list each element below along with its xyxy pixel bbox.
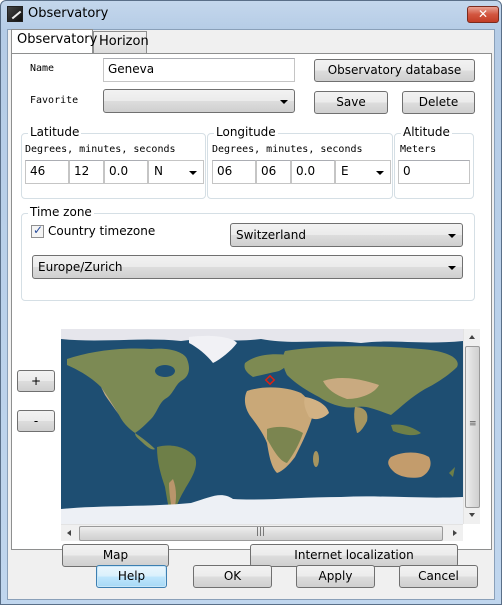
- timezone-group: Time zone ✓ Country timezone Switzerland…: [21, 205, 475, 301]
- latitude-group: Latitude Degrees, minutes, seconds 46 12…: [21, 125, 206, 199]
- chevron-down-icon: [448, 234, 456, 238]
- timezone-select[interactable]: Europe/Zurich: [32, 255, 463, 279]
- internet-localization-button[interactable]: Internet localization: [250, 544, 458, 567]
- hudson-bay: [155, 365, 175, 377]
- latitude-minutes-input[interactable]: 12: [69, 160, 104, 184]
- map-button[interactable]: Map: [62, 544, 169, 567]
- chevron-down-icon: [280, 100, 288, 104]
- save-button[interactable]: Save: [314, 91, 388, 114]
- scroll-down-icon[interactable]: [469, 513, 475, 517]
- world-map-image: [61, 329, 463, 524]
- timezone-value: Europe/Zurich: [38, 260, 123, 274]
- vertical-scroll-thumb[interactable]: ≡: [465, 346, 480, 508]
- altitude-input[interactable]: 0: [398, 160, 470, 184]
- latitude-hint: Degrees, minutes, seconds: [25, 144, 176, 155]
- window-title: Observatory: [28, 6, 109, 21]
- latitude-degrees-input[interactable]: 46: [25, 160, 69, 184]
- scroll-up-icon[interactable]: [469, 335, 475, 339]
- scroll-right-icon[interactable]: [453, 530, 457, 536]
- longitude-group: Longitude Degrees, minutes, seconds 06 0…: [207, 125, 393, 199]
- longitude-hemisphere-select[interactable]: E: [335, 160, 391, 184]
- cancel-button[interactable]: Cancel: [399, 565, 478, 588]
- madagascar: [313, 451, 319, 467]
- name-label: Name: [30, 63, 55, 74]
- altitude-group: Altitude Meters 0: [394, 125, 474, 199]
- map-vertical-scrollbar[interactable]: ≡: [463, 329, 480, 524]
- dialog-client: Observatory Horizon Name Geneva Observat…: [7, 29, 495, 600]
- longitude-hemisphere-value: E: [341, 164, 349, 178]
- checkmark-icon: ✓: [33, 223, 44, 237]
- chevron-down-icon: [376, 171, 384, 175]
- country-select[interactable]: Switzerland: [230, 223, 463, 247]
- app-icon: [7, 6, 23, 22]
- observatory-database-button[interactable]: Observatory database: [314, 59, 475, 82]
- longitude-hint: Degrees, minutes, seconds: [212, 144, 363, 155]
- altitude-title: Altitude: [401, 125, 452, 139]
- grip-icon: ≡: [469, 419, 477, 429]
- country-timezone-checkbox[interactable]: ✓: [31, 223, 44, 238]
- chevron-down-icon: [448, 266, 456, 270]
- grip-icon: |||: [256, 527, 266, 537]
- observatory-dialog: Observatory ✕ Observatory Horizon Name G…: [0, 0, 502, 605]
- tab-observatory[interactable]: Observatory: [11, 29, 97, 53]
- favorite-select[interactable]: [103, 89, 295, 113]
- latitude-hemisphere-value: N: [154, 164, 163, 178]
- scroll-left-icon[interactable]: [67, 530, 71, 536]
- longitude-title: Longitude: [214, 125, 278, 139]
- zoom-out-button[interactable]: -: [17, 410, 55, 432]
- tab-horizon[interactable]: Horizon: [93, 31, 149, 53]
- observatory-panel: Name Geneva Observatory database Favorit…: [11, 53, 492, 567]
- latitude-title: Latitude: [28, 125, 82, 139]
- delete-button[interactable]: Delete: [402, 91, 475, 114]
- close-button[interactable]: ✕: [467, 6, 499, 23]
- help-button[interactable]: Help: [96, 565, 167, 588]
- title-bar: Observatory ✕: [1, 1, 501, 29]
- country-timezone-label: Country timezone: [48, 224, 156, 238]
- latitude-hemisphere-select[interactable]: N: [148, 160, 204, 184]
- zoom-in-button[interactable]: +: [17, 370, 55, 392]
- name-input[interactable]: Geneva: [103, 58, 295, 82]
- latitude-seconds-input[interactable]: 0.0: [104, 160, 148, 184]
- longitude-degrees-input[interactable]: 06: [212, 160, 256, 184]
- longitude-seconds-input[interactable]: 0.0: [291, 160, 335, 184]
- country-value: Switzerland: [236, 228, 306, 242]
- apply-button[interactable]: Apply: [296, 565, 375, 588]
- ok-button[interactable]: OK: [193, 565, 272, 588]
- close-icon: ✕: [477, 7, 489, 21]
- chevron-down-icon: [189, 171, 197, 175]
- map-horizontal-scrollbar[interactable]: |||: [61, 524, 463, 541]
- favorite-label: Favorite: [30, 95, 79, 106]
- horizontal-scroll-thumb[interactable]: |||: [79, 526, 443, 541]
- altitude-hint: Meters: [400, 144, 437, 155]
- world-map[interactable]: [61, 329, 463, 524]
- timezone-title: Time zone: [28, 205, 94, 219]
- longitude-minutes-input[interactable]: 06: [256, 160, 291, 184]
